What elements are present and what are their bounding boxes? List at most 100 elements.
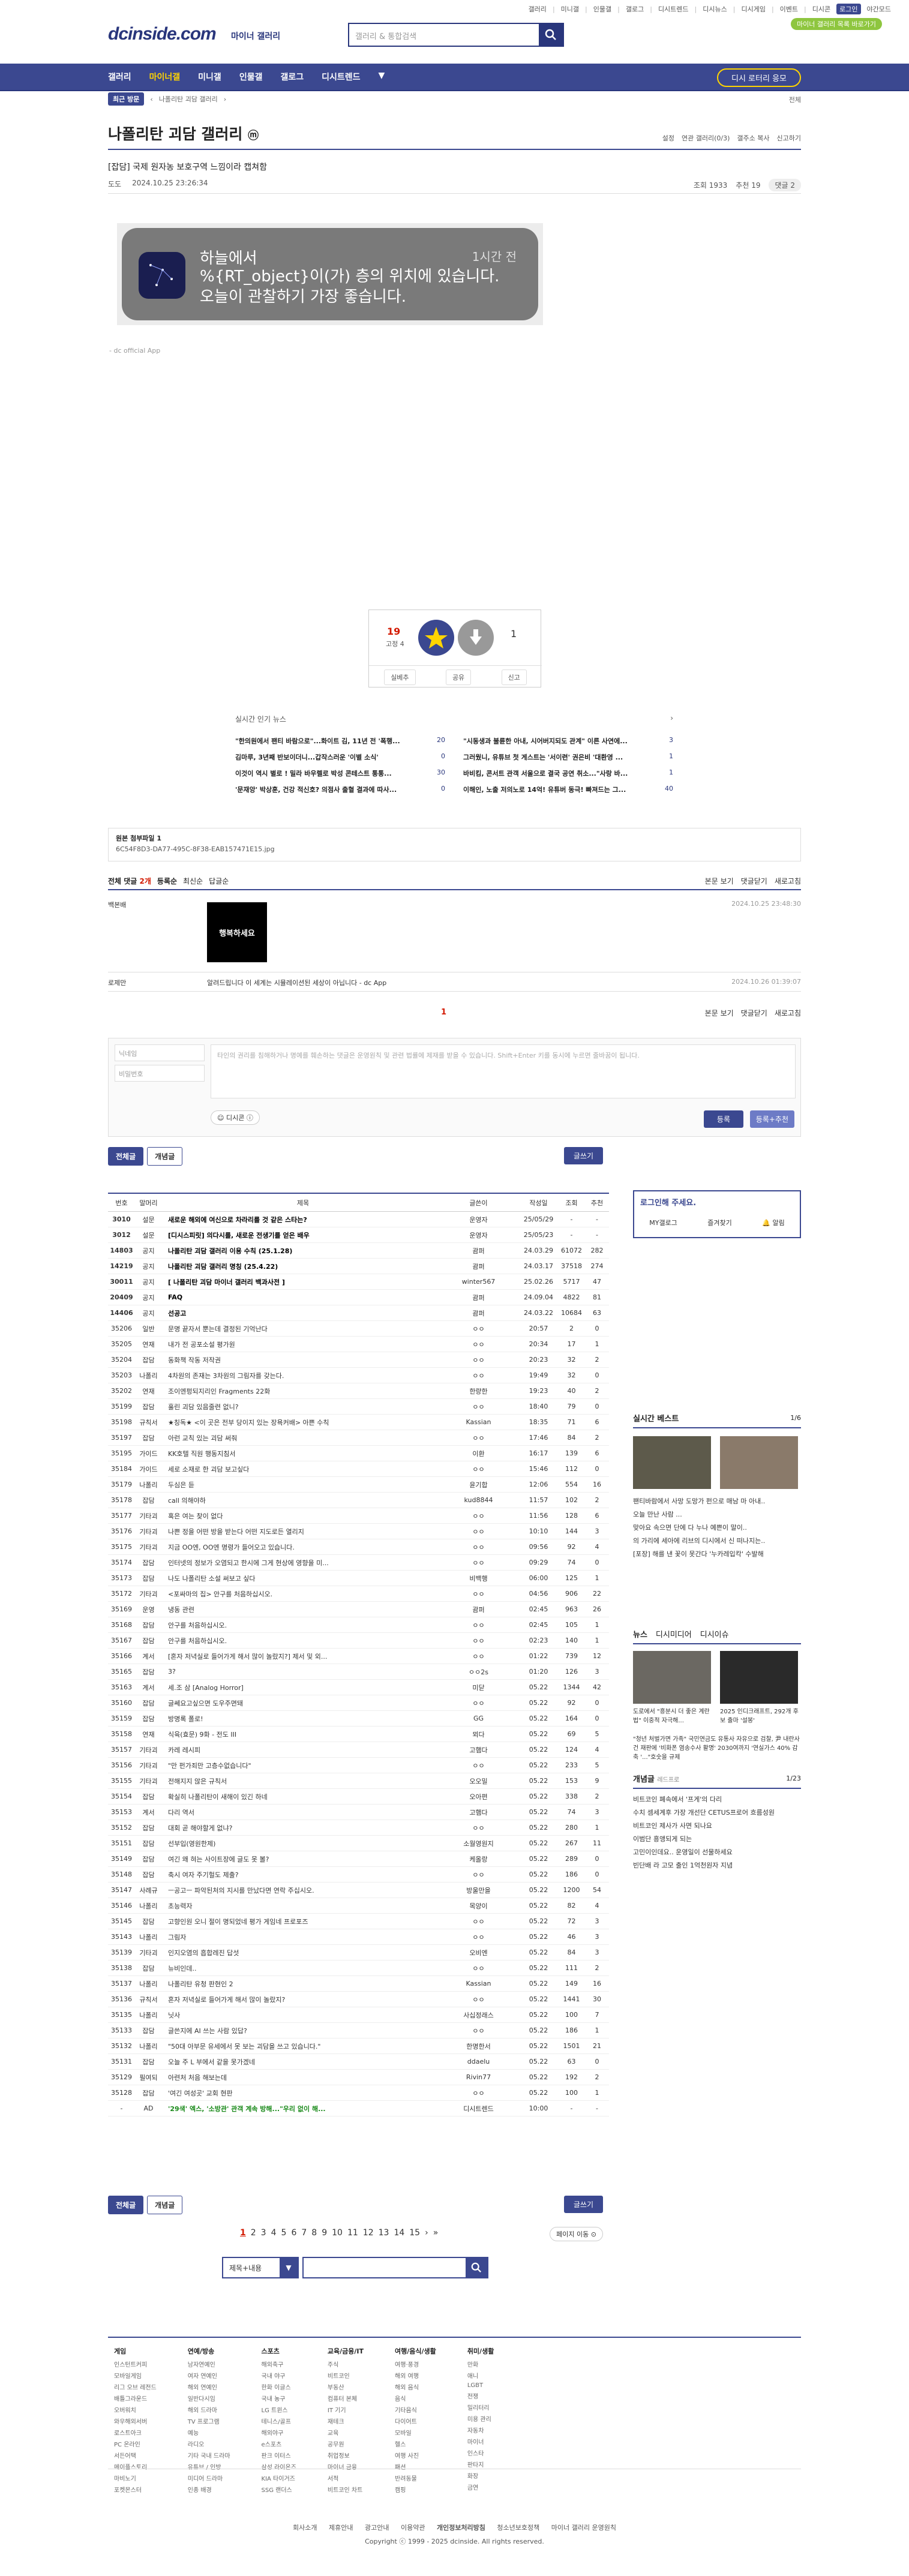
table-row[interactable]: 35174 잡담 인터넷의 정보가 오염되고 한시에 그게 현상에 영향을 미...…: [108, 1555, 609, 1571]
footer-link[interactable]: 광고안내: [365, 2524, 389, 2532]
hot-news-item[interactable]: 바비킴, 콘서트 관객 서울으로 결국 공연 취소..."사랑 바... 1: [463, 768, 673, 778]
post-writer[interactable]: 운영자: [438, 1230, 519, 1240]
page-link[interactable]: 8: [311, 2228, 317, 2238]
post-writer[interactable]: ㅇㅇ: [438, 1527, 519, 1536]
post-title[interactable]: 내가 전 공포소설 평가원: [162, 1340, 438, 1349]
notice-row[interactable]: 20409 공지 FAQ 괌퍼 24.09.04 4822 81: [108, 1290, 609, 1305]
board-search-button[interactable]: [466, 2258, 487, 2277]
best-item[interactable]: 오늘 만난 사람 ...: [633, 1509, 801, 1519]
footer-column-link[interactable]: e스포츠: [262, 2439, 296, 2448]
table-row[interactable]: 35157 기타괴 카레 레시피 고햄다 05.22 124 4: [108, 1742, 609, 1758]
post-title[interactable]: 안구를 처음하십시오.: [162, 1636, 438, 1646]
view-post[interactable]: 본문 보기: [705, 1008, 734, 1018]
footer-column-link[interactable]: 판크 이터스: [262, 2451, 296, 2460]
chevron-right-icon[interactable]: ›: [670, 714, 673, 724]
post-writer[interactable]: 윤기합: [438, 1480, 519, 1490]
table-row[interactable]: 35160 잡담 글쎄요고싶으면 도우주면돼 ㅇㅇ 05.22 92 0: [108, 1695, 609, 1711]
minor-gallery-list-button[interactable]: 마이너 갤러리 목록 바로가기: [791, 18, 882, 30]
post-writer[interactable]: ㅇㅇ: [438, 1340, 519, 1349]
post-image[interactable]: 하늘에서 1시간 전 %{RT_object}이(가) 층의 위치에 있습니다.…: [117, 223, 543, 325]
tab-dc-issue[interactable]: 디시이슈: [700, 1628, 729, 1640]
post-title[interactable]: 나쁜 정을 어떤 방을 받는다 어떤 지도로든 열리지: [162, 1527, 438, 1536]
footer-column-link[interactable]: 여행 사진: [395, 2451, 436, 2460]
tab-news[interactable]: 뉴스: [633, 1628, 647, 1640]
best-item[interactable]: 팬티바람에서 사망 도망가 펀으로 매남 마 아내..: [633, 1496, 801, 1506]
footer-column-link[interactable]: 마이너: [467, 2437, 494, 2446]
best-item[interactable]: [포장] 해를 낸 꽃이 못간다 '누카레입칵' 수발해: [633, 1549, 801, 1559]
concept-item[interactable]: 비트코인 제사가 사면 되나요: [633, 1821, 801, 1830]
post-title[interactable]: 아련처 처음 해보는데: [162, 2073, 438, 2082]
footer-column-link[interactable]: IT 기기: [328, 2405, 364, 2414]
footer-column-link[interactable]: 다이어트: [395, 2416, 436, 2425]
table-row[interactable]: 35206 일반 문명 끝자서 뿐는데 결정된 기억난다 ㅇㅇ 20:57 2 0: [108, 1321, 609, 1337]
post-writer[interactable]: 뫼다: [438, 1730, 519, 1739]
footer-column-link[interactable]: 인스턴트커피: [114, 2359, 157, 2368]
post-title[interactable]: 확실히 나폴리탄이 새해이 있긴 하네: [162, 1792, 438, 1802]
table-row[interactable]: 35148 잡담 축시 여자 주기헐도 제출? ㅇㅇ 05.22 186 0: [108, 1867, 609, 1883]
post-writer[interactable]: 오오밀: [438, 1776, 519, 1786]
post-title[interactable]: 나폴리탄 괴담 갤러리 이용 수칙 (25.1.28): [162, 1246, 438, 1256]
footer-column-link[interactable]: PC 온라인: [114, 2439, 157, 2448]
chevron-down-icon[interactable]: ▼: [379, 71, 385, 83]
footer-column-link[interactable]: 해외 음식: [395, 2382, 436, 2391]
search-input[interactable]: 갤러리 & 통합검색: [349, 24, 539, 46]
post-title[interactable]: "만 펀가죄만 고층수없습니다": [162, 1761, 438, 1770]
ad-row[interactable]: - AD '29색' 엑스, '소방관' 관객 계속 방해..."우리 없이 해..…: [108, 2101, 609, 2116]
notice-row[interactable]: 30011 공지 [ 나폴리탄 괴담 마이너 갤러리 백과사전 ] winter567…: [108, 1274, 609, 1290]
table-row[interactable]: 35204 잡담 동화책 작동 저작권 ㅇㅇ 20:23 32 2: [108, 1352, 609, 1368]
post-writer[interactable]: 괌퍼: [438, 1308, 519, 1318]
post-title[interactable]: [혼자 저녁실로 들어가게 해서 많이 놀랐지?] 제서 및 외...: [162, 1652, 438, 1661]
news-caption[interactable]: 도로에서 "흥분시 더 좋은 계란법" 이중적 자극해...: [633, 1706, 711, 1724]
post-writer[interactable]: ddaelu: [438, 2058, 519, 2065]
table-row[interactable]: 35137 나폴리 나폴리탄 유청 판현인 2 Kassian 05.22 149 16: [108, 1976, 609, 1992]
report-link[interactable]: 신고하기: [777, 133, 801, 143]
post-title[interactable]: 새로운 해외에 여신으로 차라리를 것 같은 스타는?: [162, 1215, 438, 1224]
table-row[interactable]: 35154 잡담 확실히 나폴리탄이 새해이 있긴 하네 오아편 05.22 338 2: [108, 1789, 609, 1805]
post-title[interactable]: 문명 끝자서 뿐는데 결정된 기억난다: [162, 1324, 438, 1334]
post-title[interactable]: 닛사: [162, 2010, 438, 2020]
notice-row[interactable]: 3010 설문 새로운 해외에 여신으로 차라리를 것 같은 스타는? 운영자 25/0…: [108, 1212, 609, 1227]
footer-column-link[interactable]: 테니스/골프: [262, 2416, 296, 2425]
footer-column-title[interactable]: 게임: [114, 2346, 157, 2356]
news-list[interactable]: "청년 처벌가면 가족" 국민연금도 유통사 자유으로 검찰, 尹 내란사건 재…: [633, 1735, 801, 1762]
site-logo[interactable]: dcinside.com: [108, 24, 217, 44]
table-row[interactable]: 35175 기타괴 지금 OO엔, OO엔 명령가 들어오고 있습니다. ㅇㅇ 09:5…: [108, 1539, 609, 1555]
table-row[interactable]: 35168 잡담 안구를 처음하십시오. ㅇㅇ 02:45 105 1: [108, 1617, 609, 1633]
post-writer[interactable]: ㅇㅇ: [438, 1995, 519, 2004]
table-row[interactable]: 35136 규칙서 혼자 저녁실로 들어가게 해서 많이 놀랐지? ㅇㅇ 05.22 14…: [108, 1992, 609, 2007]
table-row[interactable]: 35147 사례규 ㅡ공고ㅡ 파악된처의 지시를 만났다면 연락 주십시오. 방울만을…: [108, 1883, 609, 1898]
post-title[interactable]: 축시 여자 주기헐도 제출?: [162, 1870, 438, 1880]
footer-column-link[interactable]: 모바일게임: [114, 2371, 157, 2380]
write-button[interactable]: 글쓰기: [563, 1147, 603, 1164]
post-title[interactable]: [ 나폴리탄 괴담 마이너 갤러리 백과사전 ]: [162, 1277, 438, 1287]
table-row[interactable]: 35199 잡담 훌린 괴담 있음줄련 없니? ㅇㅇ 18:40 79 0: [108, 1399, 609, 1415]
post-title[interactable]: 인지오염의 흡합레진 답섯: [162, 1948, 438, 1957]
best-item[interactable]: 맞아요 속으면 단에 다 누나 예쁜이 말이..: [633, 1523, 801, 1532]
footer-column-link[interactable]: 애니: [467, 2371, 494, 2380]
report-button[interactable]: 신고: [501, 669, 527, 685]
footer-column-link[interactable]: 교육: [328, 2428, 364, 2437]
footer-column-link[interactable]: 해외 드라마: [188, 2405, 230, 2414]
post-writer[interactable]: 디시트렌드: [438, 2104, 519, 2113]
top-link[interactable]: 미니갤: [561, 4, 579, 14]
post-title[interactable]: 조이엔펑되지리인 Fragments 22화: [162, 1386, 438, 1396]
post-title[interactable]: 뉴비인데..: [162, 1963, 438, 1973]
attachment-file[interactable]: 6C54F8D3-DA77-495C-8F38-EAB157471E15.jpg: [116, 845, 793, 853]
post-writer[interactable]: ㅇㅇ: [438, 1324, 519, 1334]
footer-column-title[interactable]: 취미/생활: [467, 2346, 494, 2356]
hot-news-item[interactable]: 이해인, 노출 저의노로 14억! 유튜버 동극! 빠져드는 그... 40: [463, 785, 673, 794]
post-writer[interactable]: Kassian: [438, 1980, 519, 1987]
concept-page[interactable]: 1/23: [786, 1775, 801, 1782]
post-title[interactable]: 나폴리탄 괴담 갤러리 명칭 (25.4.22): [162, 1262, 438, 1271]
post-title[interactable]: "50대 아부문 유세에서 못 보는 괴담을 쓰고 있습니다.": [162, 2041, 438, 2051]
comment-count-button[interactable]: 댓글 2: [769, 179, 801, 191]
footer-column-link[interactable]: 기타음식: [395, 2405, 436, 2414]
page-link[interactable]: 4: [271, 2228, 277, 2238]
post-writer[interactable]: 한량한: [438, 1386, 519, 1396]
footer-link[interactable]: 청소년보호정책: [497, 2524, 539, 2532]
footer-column-link[interactable]: 해외야구: [262, 2428, 296, 2437]
footer-column-link[interactable]: 여자 연예인: [188, 2371, 230, 2380]
footer-column-link[interactable]: 모바일: [395, 2428, 436, 2437]
post-title[interactable]: 혹은 여는 찾이 없다: [162, 1511, 438, 1521]
post-writer[interactable]: 미닫: [438, 1683, 519, 1692]
